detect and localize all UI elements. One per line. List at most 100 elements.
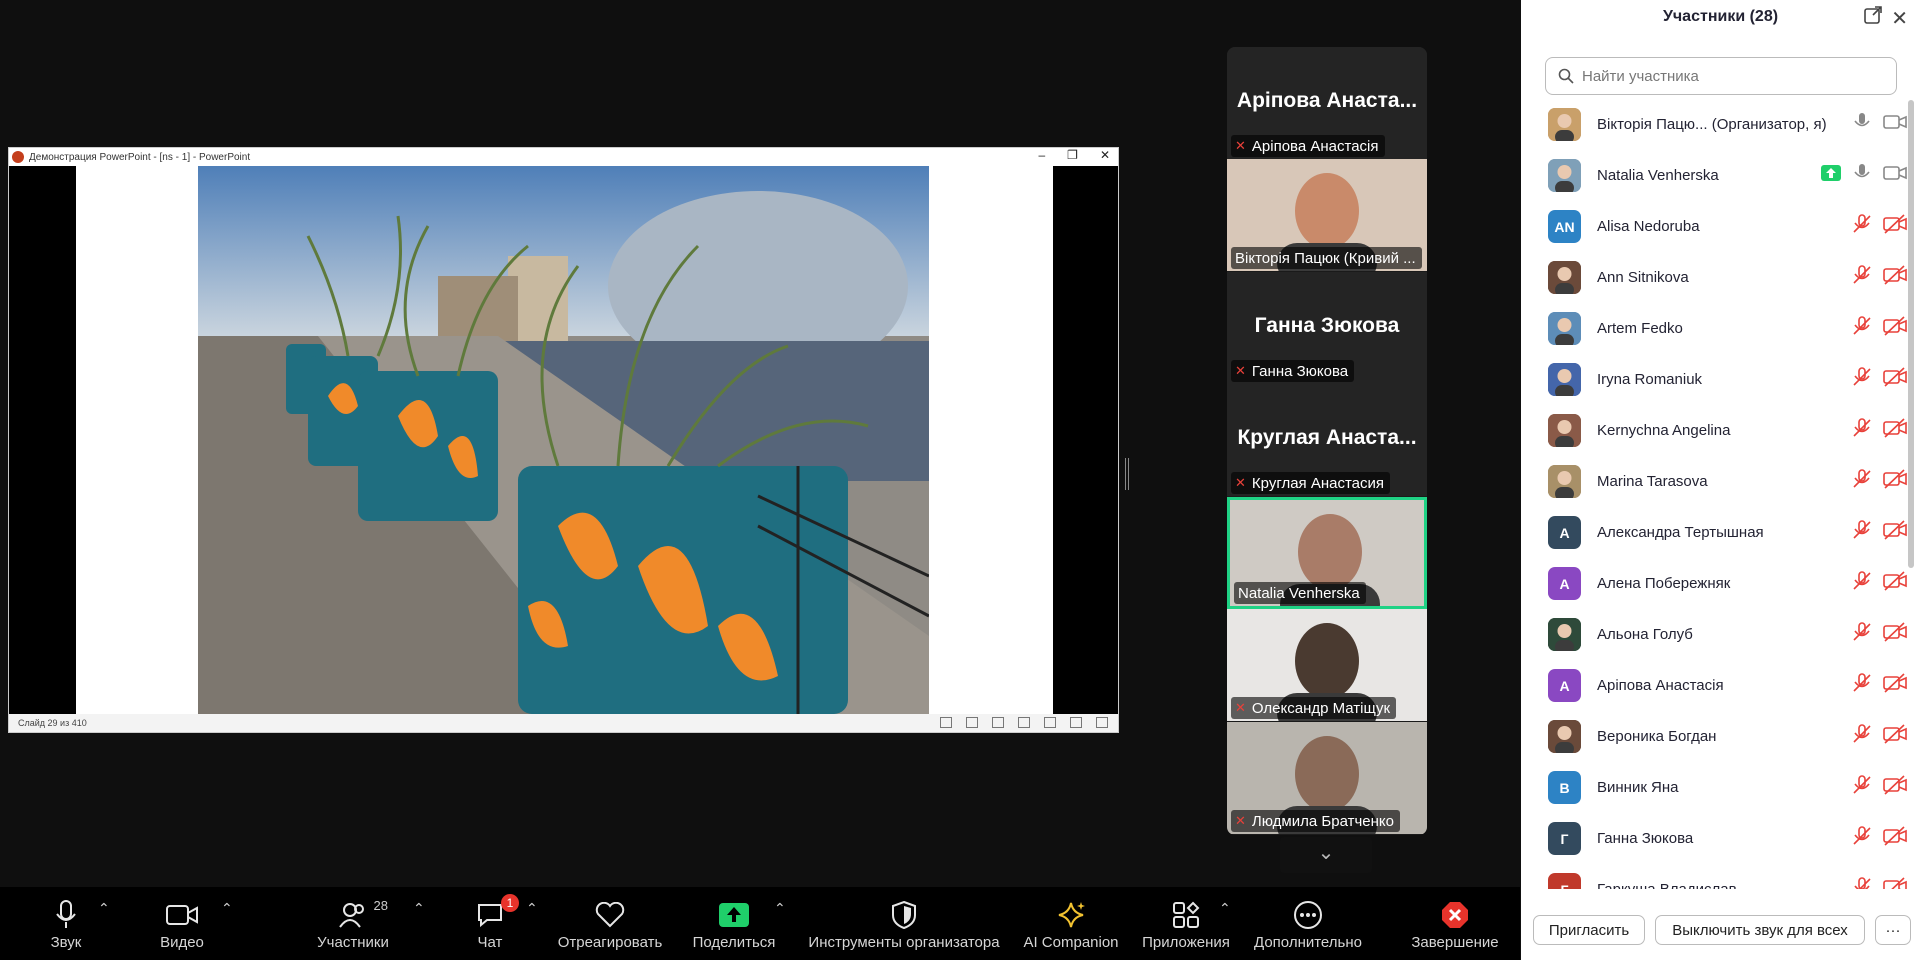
end-meeting-button[interactable]: Завершение (1409, 887, 1501, 960)
video-off-icon[interactable] (1883, 673, 1907, 698)
minimize-icon[interactable]: – (1038, 148, 1045, 162)
participant-row[interactable]: Вікторія Пацю... (Организатор, я) (1521, 99, 1907, 150)
normal-view-icon[interactable] (1018, 717, 1030, 728)
muted-mic-icon[interactable] (1851, 265, 1873, 290)
participant-row[interactable]: Вероника Богдан (1521, 711, 1907, 762)
video-off-icon[interactable] (1883, 367, 1907, 392)
split-drag-handle[interactable] (1125, 458, 1129, 490)
invite-button[interactable]: Пригласить (1533, 915, 1645, 945)
avatar (1548, 363, 1581, 396)
chat-button[interactable]: 1 Чат (472, 887, 519, 960)
video-off-icon[interactable] (1883, 316, 1907, 341)
mute-all-button[interactable]: Выключить звук для всех (1655, 915, 1865, 945)
microphone-icon[interactable] (1851, 112, 1873, 137)
video-off-icon[interactable] (1883, 775, 1907, 800)
participant-row[interactable]: Альона Голуб (1521, 609, 1907, 660)
share-options-caret[interactable]: ⌃ (774, 900, 786, 917)
video-off-icon[interactable] (1883, 520, 1907, 545)
search-input[interactable] (1582, 67, 1882, 85)
more-button[interactable]: Дополнительно (1251, 887, 1365, 960)
participant-row[interactable]: Natalia Venherska (1521, 150, 1907, 201)
participant-name: Ганна Зюкова (1597, 830, 1694, 847)
participants-options-caret[interactable]: ⌃ (413, 900, 425, 917)
video-tile[interactable]: Вікторія Пацюк (Кривий ... (1227, 159, 1427, 271)
video-tile[interactable]: Аріпова Анаста... ✕ Аріпова Анастасія (1227, 47, 1427, 159)
participant-row[interactable]: Г Гаркуша Владислав (1521, 864, 1907, 889)
prev-slide-icon[interactable] (940, 717, 952, 728)
host-tools-button[interactable]: Инструменты организатора (805, 887, 1003, 960)
avatar: В (1548, 771, 1581, 804)
video-off-icon[interactable] (1883, 418, 1907, 443)
video-camera-icon[interactable] (1883, 112, 1907, 137)
video-tile[interactable]: ✕ Людмила Братченко (1227, 722, 1427, 834)
ai-companion-button[interactable]: AI Companion (1022, 887, 1120, 960)
muted-mic-icon[interactable] (1851, 673, 1873, 698)
share-screen-button[interactable]: Поделиться (692, 887, 776, 960)
sorter-view-icon[interactable] (1044, 717, 1056, 728)
video-tile[interactable]: Ганна Зюкова ✕ Ганна Зюкова (1227, 272, 1427, 384)
video-button[interactable]: Видео (158, 887, 206, 960)
participant-row[interactable]: А Александра Тертышная (1521, 507, 1907, 558)
video-tile[interactable]: Natalia Venherska (1227, 497, 1427, 609)
gallery-scroll-down-button[interactable]: ⌄ (1280, 837, 1372, 873)
next-slide-icon[interactable] (992, 717, 1004, 728)
video-off-icon[interactable] (1883, 877, 1907, 889)
muted-mic-icon[interactable] (1851, 775, 1873, 800)
video-off-icon[interactable] (1883, 826, 1907, 851)
muted-mic-icon[interactable] (1851, 316, 1873, 341)
restore-icon[interactable]: ❐ (1067, 148, 1078, 162)
video-options-caret[interactable]: ⌃ (221, 900, 233, 917)
video-off-icon[interactable] (1883, 265, 1907, 290)
audio-options-caret[interactable]: ⌃ (98, 900, 110, 917)
tile-display-name: Круглая Анаста... (1237, 426, 1417, 449)
react-button[interactable]: Отреагировать (557, 887, 663, 960)
participant-row[interactable]: Marina Tarasova (1521, 456, 1907, 507)
participant-list-scrollbar[interactable] (1908, 100, 1914, 568)
ppt-window-title: Демонстрация PowerPoint - [ns - 1] - Pow… (29, 151, 251, 163)
muted-mic-icon[interactable] (1851, 367, 1873, 392)
participant-row[interactable]: А Алена Побережняк (1521, 558, 1907, 609)
muted-mic-icon[interactable] (1851, 214, 1873, 239)
muted-mic-icon[interactable] (1851, 724, 1873, 749)
panel-more-button[interactable]: ··· (1875, 915, 1911, 945)
participant-name: Kernychna Angelina (1597, 422, 1731, 439)
participants-button[interactable]: 28 Участники (314, 887, 392, 960)
video-tile[interactable]: ✕ Олександр Матіщук (1227, 609, 1427, 721)
muted-mic-icon[interactable] (1851, 826, 1873, 851)
video-camera-icon[interactable] (1883, 163, 1907, 188)
participant-search[interactable] (1545, 57, 1897, 95)
participant-row[interactable]: Ann Sitnikova (1521, 252, 1907, 303)
reading-view-icon[interactable] (1070, 717, 1082, 728)
muted-mic-icon[interactable] (1851, 622, 1873, 647)
participant-row[interactable]: А Аріпова Анастасія (1521, 660, 1907, 711)
pop-out-icon[interactable] (1864, 6, 1882, 24)
participant-row[interactable]: Artem Fedko (1521, 303, 1907, 354)
tile-name-label: Олександр Матіщук (1251, 699, 1391, 717)
video-off-icon[interactable] (1883, 571, 1907, 596)
muted-mic-icon[interactable] (1851, 571, 1873, 596)
microphone-icon[interactable] (1851, 163, 1873, 188)
chat-options-caret[interactable]: ⌃ (526, 900, 538, 917)
apps-options-caret[interactable]: ⌃ (1219, 900, 1231, 917)
video-off-icon[interactable] (1883, 622, 1907, 647)
participant-row[interactable]: AN Alisa Nedoruba (1521, 201, 1907, 252)
video-off-icon[interactable] (1883, 214, 1907, 239)
video-off-icon[interactable] (1883, 469, 1907, 494)
slideshow-icon[interactable] (1096, 717, 1108, 728)
muted-mic-icon[interactable] (1851, 520, 1873, 545)
participant-row[interactable]: В Винник Яна (1521, 762, 1907, 813)
apps-button[interactable]: Приложения (1140, 887, 1232, 960)
video-tile[interactable]: Круглая Анаста... ✕ Круглая Анастасия (1227, 384, 1427, 496)
notes-icon[interactable] (966, 717, 978, 728)
close-window-icon[interactable]: ✕ (1100, 148, 1110, 162)
audio-button[interactable]: Звук (43, 887, 89, 960)
video-off-icon[interactable] (1883, 724, 1907, 749)
participant-row[interactable]: Kernychna Angelina (1521, 405, 1907, 456)
muted-mic-icon[interactable] (1851, 469, 1873, 494)
participant-row[interactable]: Г Ганна Зюкова (1521, 813, 1907, 864)
close-panel-icon[interactable]: ✕ (1891, 6, 1908, 31)
participant-row[interactable]: Iryna Romaniuk (1521, 354, 1907, 405)
audio-label: Звук (50, 934, 82, 951)
muted-mic-icon[interactable] (1851, 418, 1873, 443)
muted-mic-icon[interactable] (1851, 877, 1873, 889)
